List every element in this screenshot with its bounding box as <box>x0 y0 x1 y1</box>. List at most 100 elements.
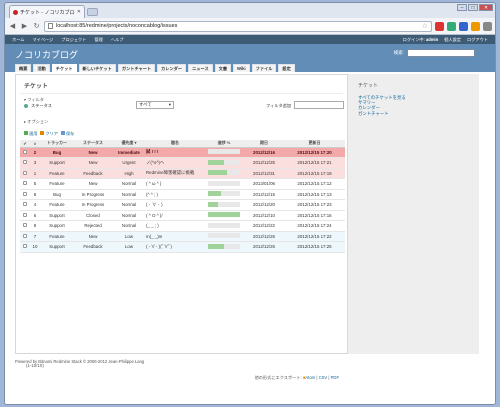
wrench-menu-icon[interactable] <box>483 21 492 31</box>
export-csv-link[interactable]: CSV <box>319 375 328 380</box>
tab-settings[interactable]: 設定 <box>278 64 295 72</box>
issue-row[interactable]: 7 Feature New Low m(_ _)m 2012/12/26 2012/12/1… <box>20 231 345 242</box>
column-header-due-date[interactable]: 期日 <box>244 140 284 148</box>
tab-news[interactable]: ニュース <box>188 64 213 72</box>
row-checkbox[interactable] <box>20 189 30 200</box>
issue-id[interactable]: 10 <box>30 241 40 253</box>
tab-files[interactable]: ファイル <box>251 64 277 72</box>
row-checkbox[interactable] <box>20 241 30 253</box>
issue-id[interactable]: 4 <box>30 199 40 211</box>
issue-subject[interactable]: ( ･ ∀ ･ ) <box>146 199 204 211</box>
column-header-updated[interactable]: 更新日 <box>284 140 345 148</box>
save-button[interactable]: 保存 <box>60 131 74 137</box>
issue-id[interactable]: 7 <box>30 231 40 242</box>
new-tab-button[interactable] <box>87 8 98 16</box>
issue-subject[interactable]: m(_ _)m <box>146 231 204 242</box>
extension-icon[interactable] <box>471 21 480 31</box>
issue-row[interactable]: 2 Bug New Immediate 試 ! ! ! 2012/12/16 2012/12… <box>20 147 345 158</box>
column-header-done[interactable]: 進捗 % <box>204 140 244 148</box>
issue-subject[interactable]: ( ･∀･ )(ﾟ∀ﾟ) <box>146 241 204 253</box>
issue-row[interactable]: 9 Support Rejected Normal (_ _ ; ) 2012/12/22… <box>20 220 345 232</box>
status-operator-select[interactable]: すべて ▾ <box>136 101 174 109</box>
top-menu-help[interactable]: ヘルプ <box>111 37 124 43</box>
issue-row[interactable]: 3 Support New Urgent ノ(^o^)ヘ 2012/12/25 2012/1… <box>20 157 345 169</box>
filter-legend[interactable]: ▾ フィルタ <box>24 97 44 102</box>
issue-id[interactable]: 9 <box>30 220 40 232</box>
row-checkbox[interactable] <box>20 231 30 242</box>
maximize-button[interactable]: □ <box>468 4 478 11</box>
extension-icon[interactable] <box>459 21 468 31</box>
close-window-button[interactable]: ✕ <box>479 4 493 11</box>
top-menu-mypage[interactable]: マイページ <box>32 37 53 43</box>
issue-subject[interactable]: 試 ! ! ! <box>146 147 204 158</box>
options-legend[interactable]: ▸ オプション <box>24 119 48 125</box>
tab-overview[interactable]: 概要 <box>15 64 32 72</box>
top-menu-projects[interactable]: プロジェクト <box>61 37 86 43</box>
tab-gantt[interactable]: ガントチャート <box>117 64 156 72</box>
issue-id[interactable]: 3 <box>30 157 40 169</box>
sidebar-link-gantt[interactable]: ガントチャート <box>358 111 469 116</box>
issue-id[interactable]: 5 <box>30 178 40 190</box>
row-checkbox[interactable] <box>20 168 30 179</box>
forward-icon[interactable]: ▶ <box>20 22 29 31</box>
issue-subject[interactable]: (^ ^ ; ) <box>146 189 204 200</box>
column-header-tracker[interactable]: トラッカー <box>40 140 74 148</box>
bookmark-star-icon[interactable]: ☆ <box>422 22 428 30</box>
row-checkbox[interactable] <box>20 147 30 158</box>
logout-link[interactable]: ログアウト <box>467 37 488 43</box>
status-filter-checkbox[interactable] <box>24 104 28 108</box>
row-checkbox[interactable] <box>20 157 30 169</box>
issue-subject[interactable]: (_ _ ; ) <box>146 220 204 232</box>
tab-new-issue[interactable]: 新しいチケット <box>78 64 116 72</box>
column-header-status[interactable]: ステータス <box>74 140 112 148</box>
issue-subject[interactable]: Redmine障害確認に挑戦 <box>146 168 204 179</box>
export-atom-link[interactable]: Atom <box>305 375 315 380</box>
tab-documents[interactable]: 文書 <box>214 64 232 72</box>
minimize-button[interactable]: – <box>457 4 467 11</box>
issue-row[interactable]: 10 Support Feedback Low( ･∀･ )(ﾟ∀ﾟ) 2012/12/… <box>20 241 345 253</box>
tab-wiki[interactable]: Wiki <box>233 64 250 72</box>
column-header-id[interactable]: # <box>30 140 40 148</box>
progress-bar <box>208 159 240 165</box>
sidebar-title: チケット <box>358 83 379 89</box>
browser-tab[interactable]: チケット - ノコリカブログ - Red ✕ <box>9 5 85 18</box>
issue-row[interactable]: 1 Feature Feedback High Redmine障害確認に挑戦 2012/1… <box>20 168 345 179</box>
row-checkbox[interactable] <box>20 199 30 211</box>
issue-row[interactable]: 8 Bug In Progress Normal (^ ^ ; ) 2012/12/15 2… <box>20 189 345 200</box>
row-checkbox[interactable] <box>20 220 30 232</box>
top-menu-admin[interactable]: 管理 <box>94 37 102 43</box>
top-menu-home[interactable]: ホーム <box>12 37 24 43</box>
tab-issues[interactable]: チケット <box>51 64 77 72</box>
issue-id[interactable]: 1 <box>30 168 40 179</box>
search-input[interactable] <box>407 49 475 57</box>
back-icon[interactable]: ◀ <box>8 22 17 31</box>
tab-calendar[interactable]: カレンダー <box>157 64 187 72</box>
tab-activity[interactable]: 活動 <box>33 64 50 72</box>
issue-row[interactable]: 4 Feature In Progress Normal( ･ ∀ ･ ) 2012/1… <box>20 199 345 211</box>
row-checkbox[interactable] <box>20 178 30 190</box>
row-checkbox[interactable] <box>20 210 30 221</box>
add-filter-select[interactable] <box>294 101 344 109</box>
account-link[interactable]: 個人設定 <box>444 37 461 43</box>
apply-button[interactable]: 適用 <box>24 131 37 137</box>
export-pdf-link[interactable]: PDF <box>331 375 339 380</box>
column-header-subject[interactable]: 題名 <box>146 140 204 148</box>
issue-subject[interactable]: ( ^ O ^ )/ <box>146 210 204 221</box>
issue-row[interactable]: 6 Support Closed Normal( ^ O ^ )/ 2012/12/10… <box>20 210 345 221</box>
toggle-all-checkbox[interactable]: ✔ <box>20 140 30 148</box>
issue-id[interactable]: 8 <box>30 189 40 200</box>
close-tab-icon[interactable]: ✕ <box>77 9 81 15</box>
issue-subject[interactable]: ( ^ ω ^ ) <box>146 178 204 190</box>
footer-copyright: Powered by Bitnami Redmine Stack © 2006-… <box>15 359 145 364</box>
reload-icon[interactable]: ↻ <box>32 22 41 31</box>
save-icon <box>60 131 65 135</box>
issue-id[interactable]: 6 <box>30 210 40 221</box>
clear-button[interactable]: クリア <box>40 131 58 137</box>
column-header-priority[interactable]: 優先度 ▾ <box>112 140 146 148</box>
issue-subject[interactable]: ノ(^o^)ヘ <box>146 157 204 169</box>
extension-icon[interactable] <box>435 21 444 31</box>
address-bar[interactable]: localhost:85/redmine/projects/noconcablo… <box>44 20 432 32</box>
issue-row[interactable]: 5 Feature New Normal( ^ ω ^ ) 2013/01/06 2012… <box>20 178 345 190</box>
extension-icon[interactable] <box>447 21 456 31</box>
issue-id[interactable]: 2 <box>30 147 40 158</box>
